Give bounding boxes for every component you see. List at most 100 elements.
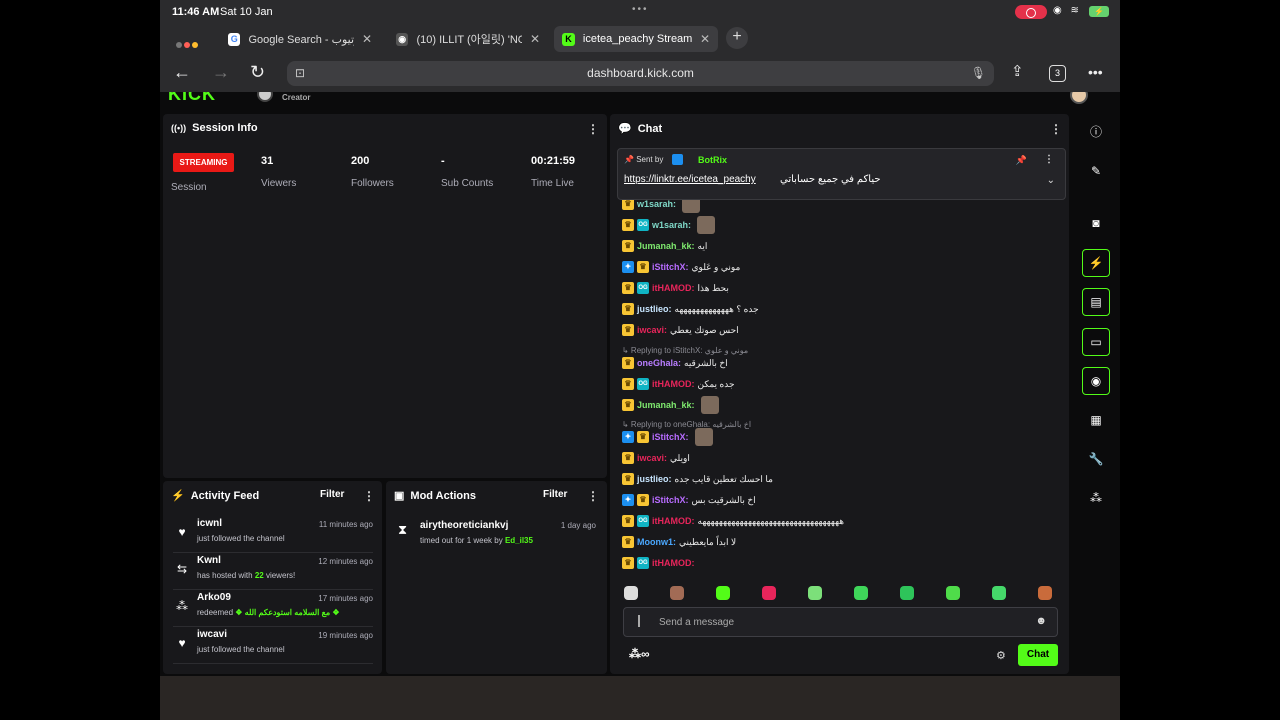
site-settings-icon[interactable]: ⊡ <box>295 61 305 86</box>
pinned-link[interactable]: https://linktr.ee/icetea_peachy <box>624 174 756 185</box>
channel-points-icon[interactable]: ⁂ <box>1082 485 1110 513</box>
feed-username[interactable]: Kwnl <box>197 555 221 566</box>
notes-icon[interactable]: ▤ <box>1082 288 1110 316</box>
multitask-dots-icon[interactable]: ••• <box>632 4 649 15</box>
screen-record-icon[interactable] <box>1015 5 1047 19</box>
emote-icon[interactable] <box>670 586 684 600</box>
window-controls[interactable] <box>176 35 202 48</box>
kick-logo[interactable]: KICK <box>168 92 216 104</box>
feed-username[interactable]: iwcavi <box>197 629 227 640</box>
chat-message[interactable]: ♛ iwcavi: اويلي <box>622 449 690 467</box>
emote-icon[interactable] <box>762 586 776 600</box>
chat-message[interactable]: ♛ OG itHAMOD: <box>622 554 698 572</box>
chat-message[interactable]: ♛ justlieo: ما احسك تعطين قايب جده <box>622 470 773 488</box>
forward-icon[interactable]: → <box>212 62 230 83</box>
lightning-icon[interactable]: ⚡ <box>1082 249 1110 277</box>
chat-username[interactable]: itHAMOD: <box>652 379 695 389</box>
send-chat-button[interactable]: Chat <box>1018 644 1058 666</box>
user-avatar[interactable] <box>1070 92 1088 104</box>
close-tab-icon[interactable]: ✕ <box>700 32 710 46</box>
chat-username[interactable]: itHAMOD: <box>652 283 695 293</box>
broadcast-icon[interactable]: ◉ <box>1082 367 1110 395</box>
streaming-badge: STREAMING <box>173 153 234 172</box>
kebab-menu-icon[interactable]: ⋮ <box>363 489 375 503</box>
chat-username[interactable]: iStitchX: <box>652 432 689 442</box>
chat-username[interactable]: iStitchX: <box>652 262 689 272</box>
microphone-icon[interactable]: 🎙 <box>971 61 986 86</box>
chat-username[interactable]: itHAMOD: <box>652 558 695 568</box>
reload-icon[interactable]: ↻ <box>250 62 265 83</box>
pinned-message[interactable]: 📌 Sent by BotRix https://linktr.ee/icete… <box>617 148 1066 200</box>
emote-icon[interactable] <box>900 586 914 600</box>
emote-icon[interactable] <box>624 586 638 600</box>
chat-message[interactable]: ♛ justlieo: جده ؟ هههههههههههههه <box>622 300 759 318</box>
chat-message[interactable]: ♛ OG itHAMOD: بحط هذا <box>622 279 729 297</box>
chat-username[interactable]: iStitchX: <box>652 495 689 505</box>
unpin-icon[interactable]: 📌 <box>1016 155 1027 166</box>
chat-username[interactable]: justlieo: <box>637 304 672 314</box>
close-tab-icon[interactable]: ✕ <box>530 32 540 46</box>
reply-context[interactable]: ↳ Replying to iStitchX: موني و علوي <box>622 346 748 355</box>
kebab-menu-icon[interactable]: ⋮ <box>1050 122 1062 136</box>
chat-input[interactable]: Send a message ☻ <box>623 607 1058 637</box>
info-icon[interactable]: ⓘ <box>1082 119 1110 147</box>
address-bar[interactable]: ⊡ dashboard.kick.com 🎙 <box>287 61 994 86</box>
filter-button[interactable]: Filter <box>320 489 344 500</box>
chat-message[interactable]: ♛ OG itHAMOD: ههههههههههههههههههههههههههههه… <box>622 512 844 530</box>
tab-kick-stream[interactable]: K icetea_peachy Stream - Kick ✕ <box>554 26 718 52</box>
layout-icon[interactable]: ▦ <box>1082 407 1110 435</box>
chat-username[interactable]: Jumanah_kk: <box>637 400 695 410</box>
feed-username[interactable]: Arko09 <box>197 592 231 603</box>
chat-username[interactable]: Jumanah_kk: <box>637 241 695 251</box>
chat-username[interactable]: itHAMOD: <box>652 516 695 526</box>
chat-username[interactable]: w1sarah: <box>652 220 691 230</box>
chat-message[interactable]: ✦ ♛ iStitchX: موني و عَلوي <box>622 258 740 276</box>
emote-icon[interactable] <box>1038 586 1052 600</box>
gear-icon[interactable]: ⚙ <box>996 649 1006 662</box>
filter-button[interactable]: Filter <box>543 489 567 500</box>
chevron-down-icon[interactable]: ⌄ <box>1047 175 1055 186</box>
tab-count-button[interactable]: 3 <box>1049 65 1066 82</box>
emote-icon[interactable] <box>716 586 730 600</box>
emote-icon[interactable] <box>808 586 822 600</box>
avatar[interactable] <box>257 92 273 102</box>
chat-bubble-icon[interactable]: ▭ <box>1082 328 1110 356</box>
chat-username[interactable]: iwcavi: <box>637 453 667 463</box>
kebab-menu-icon[interactable]: ⋮ <box>587 489 599 503</box>
chat-message[interactable]: ♛ OG w1sarah: <box>622 216 716 234</box>
channel-points-icon[interactable]: ⁂∞ <box>629 647 650 661</box>
chat-message[interactable]: ♛ OG itHAMOD: جده يمكن <box>622 375 735 393</box>
emote-icon[interactable] <box>854 586 868 600</box>
chat-message[interactable]: ✦ ♛ iStitchX: <box>622 428 713 446</box>
pencil-icon[interactable]: ✎ <box>1082 158 1110 186</box>
chat-username[interactable]: Moonw1: <box>637 537 676 547</box>
camera-icon[interactable]: ◙ <box>1082 210 1110 238</box>
reply-context[interactable]: ↳ Replying to oneGhala: اخ بالشرقيه <box>622 420 751 429</box>
mod-username[interactable]: airytheoreticiankvj <box>420 520 508 531</box>
bot-name[interactable]: BotRix <box>698 155 727 165</box>
emote-icon[interactable] <box>946 586 960 600</box>
chat-username[interactable]: oneGhala: <box>637 358 681 368</box>
kebab-menu-icon[interactable]: ⋮ <box>1044 154 1054 165</box>
tab-google-search[interactable]: G Google Search - يوتيوب ✕ <box>220 26 380 52</box>
tab-illit[interactable]: ◉ (10) ILLIT (아일릿) 'NOT CUTE' ✕ <box>388 26 548 52</box>
chat-username[interactable]: justlieo: <box>637 474 672 484</box>
wrench-icon[interactable]: 🔧 <box>1082 446 1110 474</box>
chat-message[interactable]: ♛ Moonw1: لا ابداً مايعطيني <box>622 533 736 551</box>
more-icon[interactable]: ••• <box>1088 64 1103 80</box>
chat-username[interactable]: iwcavi: <box>637 325 667 335</box>
new-tab-button[interactable]: + <box>726 27 748 49</box>
back-icon[interactable]: ← <box>173 62 191 83</box>
chat-message[interactable]: ✦ ♛ iStitchX: اخ بالشرقيت بس <box>622 491 756 509</box>
chat-message[interactable]: ♛ oneGhala: اخ بالشرقيه <box>622 354 728 372</box>
chat-username[interactable]: w1sarah: <box>637 199 676 209</box>
close-tab-icon[interactable]: ✕ <box>362 32 372 46</box>
emoji-icon[interactable]: ☻ <box>1035 615 1047 627</box>
emote-icon[interactable] <box>992 586 1006 600</box>
kebab-menu-icon[interactable]: ⋮ <box>587 122 599 136</box>
chat-message[interactable]: ♛ Jumanah_kk: <box>622 396 719 414</box>
feed-username[interactable]: icwnl <box>197 518 222 529</box>
share-icon[interactable]: ⇪ <box>1011 62 1024 80</box>
chat-message[interactable]: ♛ Jumanah_kk: ايه <box>622 237 707 255</box>
chat-message[interactable]: ♛ iwcavi: احس صوتك يعطي <box>622 321 739 339</box>
